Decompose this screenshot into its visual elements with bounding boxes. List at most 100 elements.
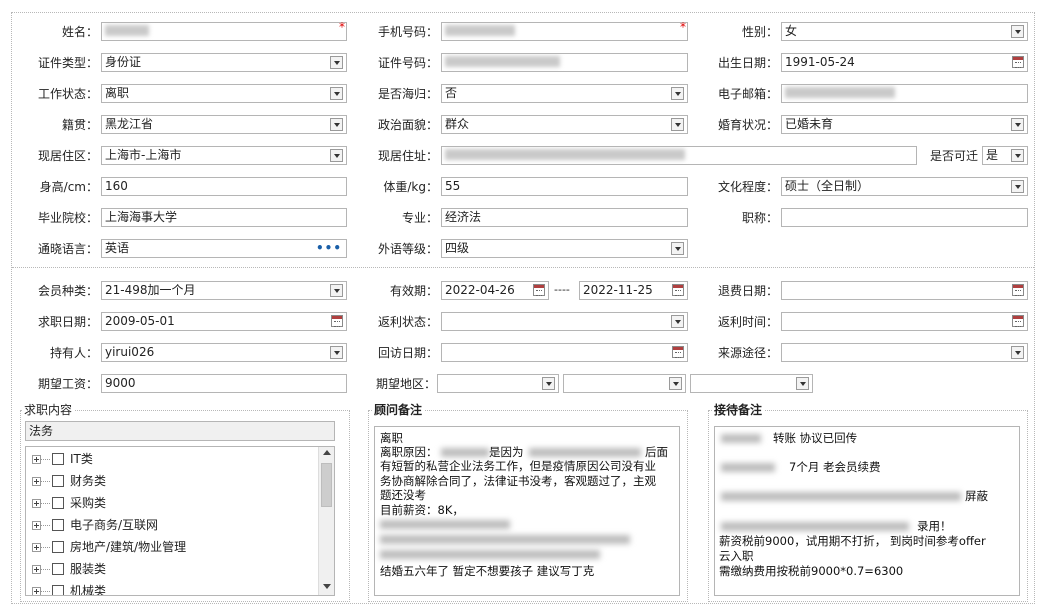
chevron-down-icon[interactable]	[330, 346, 343, 359]
calendar-icon[interactable]	[1012, 56, 1024, 68]
calendar-icon[interactable]	[672, 346, 684, 358]
region-district-select[interactable]	[690, 374, 813, 393]
tree-scrollbar[interactable]	[318, 447, 334, 595]
id-type-select[interactable]: 身份证	[101, 53, 347, 72]
chevron-down-icon[interactable]	[1011, 180, 1024, 193]
major-field[interactable]: 经济法	[441, 208, 688, 227]
reception-notes-textarea[interactable]: 转账 协议已回传 7个月 老会员续费 屏蔽 录用！ 薪资税前9000，试用期不打…	[714, 426, 1020, 596]
expected-salary-label: 期望工资：	[37, 377, 98, 391]
email-field[interactable]	[781, 84, 1028, 103]
chevron-down-icon[interactable]	[542, 377, 555, 390]
marital-status-select[interactable]: 已婚未育	[781, 115, 1028, 134]
calendar-icon[interactable]	[672, 284, 684, 296]
visit-date-field[interactable]	[441, 343, 688, 362]
chevron-down-icon[interactable]	[671, 242, 684, 255]
job-date-label: 求职日期：	[37, 315, 98, 329]
category-checkbox[interactable]	[52, 585, 64, 595]
language-field[interactable]: 英语 •••	[101, 239, 347, 258]
name-label: 姓名：	[61, 25, 98, 39]
title-field[interactable]	[781, 208, 1028, 227]
advisor-note-line: 目前薪资：8K，	[380, 503, 464, 517]
region-province-select[interactable]	[437, 374, 559, 393]
plus-icon[interactable]	[32, 543, 41, 552]
chevron-down-icon[interactable]	[330, 56, 343, 69]
chevron-down-icon[interactable]	[1011, 149, 1024, 162]
chevron-down-icon[interactable]	[1011, 25, 1024, 38]
language-level-select[interactable]: 四级	[441, 239, 688, 258]
source-select[interactable]	[781, 343, 1028, 362]
plus-icon[interactable]	[32, 499, 41, 508]
rebate-time-field[interactable]	[781, 312, 1028, 331]
education-select[interactable]: 硕士（全日制）	[781, 177, 1028, 196]
chevron-down-icon[interactable]	[669, 377, 682, 390]
chevron-down-icon[interactable]	[796, 377, 809, 390]
plus-icon[interactable]	[32, 521, 41, 530]
id-type-label: 证件类型：	[37, 56, 98, 70]
residence-area-select[interactable]: 上海市-上海市	[101, 146, 347, 165]
expected-salary-field[interactable]: 9000	[101, 374, 347, 393]
category-checkbox[interactable]	[52, 563, 64, 575]
job-category-tree[interactable]: IT类 财务类 采购类 电子商务/互联网 房地产/建筑/物业管理 服装类 机械类	[25, 446, 335, 596]
chevron-down-icon[interactable]	[1011, 346, 1024, 359]
plus-icon[interactable]	[32, 477, 41, 486]
category-checkbox[interactable]	[52, 497, 64, 509]
id-number-field[interactable]	[441, 53, 688, 72]
category-checkbox[interactable]	[52, 519, 64, 531]
more-icon[interactable]: •••	[316, 240, 342, 257]
category-checkbox[interactable]	[52, 475, 64, 487]
advisor-notes-textarea[interactable]: 离职 离职原因： 是因为 后面 有短暂的私营企业法务工作，但是疫情原因公司没有业…	[374, 426, 680, 596]
scroll-thumb[interactable]	[321, 463, 332, 507]
region-city-select[interactable]	[563, 374, 686, 393]
chevron-down-icon[interactable]	[671, 87, 684, 100]
calendar-icon[interactable]	[1012, 284, 1024, 296]
valid-period-label: 有效期：	[389, 284, 438, 298]
political-status-select[interactable]: 群众	[441, 115, 688, 134]
returnee-select[interactable]: 否	[441, 84, 688, 103]
tree-connector	[41, 481, 50, 482]
member-type-select[interactable]: 21-498加一个月	[101, 281, 347, 300]
valid-start-field[interactable]: 2022-04-26	[441, 281, 549, 300]
chevron-down-icon[interactable]	[330, 87, 343, 100]
category-label: 服装类	[70, 562, 107, 576]
education-label: 文化程度：	[717, 180, 778, 194]
chevron-down-icon[interactable]	[330, 118, 343, 131]
category-checkbox[interactable]	[52, 541, 64, 553]
tree-connector	[41, 503, 50, 504]
job-selected-field[interactable]: 法务	[25, 421, 335, 441]
job-date-field[interactable]: 2009-05-01	[101, 312, 347, 331]
plus-icon[interactable]	[32, 587, 41, 595]
category-checkbox[interactable]	[52, 453, 64, 465]
relocatable-select[interactable]: 是	[982, 146, 1028, 165]
weight-field[interactable]: 55	[441, 177, 688, 196]
school-field[interactable]: 上海海事大学	[101, 208, 347, 227]
chevron-down-icon[interactable]	[330, 149, 343, 162]
native-place-select[interactable]: 黑龙江省	[101, 115, 347, 134]
holder-select[interactable]: yirui026	[101, 343, 347, 362]
rebate-status-select[interactable]	[441, 312, 688, 331]
plus-icon[interactable]	[32, 455, 41, 464]
birth-date-field[interactable]: 1991-05-24	[781, 53, 1028, 72]
calendar-icon[interactable]	[1012, 315, 1024, 327]
reception-note-line: 屏蔽	[965, 489, 988, 503]
chevron-down-icon[interactable]	[1011, 118, 1024, 131]
gender-select[interactable]: 女	[781, 22, 1028, 41]
residence-address-field[interactable]	[441, 146, 917, 165]
phone-required-mark: *	[680, 20, 686, 34]
tree-connector	[41, 459, 50, 460]
chevron-down-icon[interactable]	[330, 284, 343, 297]
refund-date-field[interactable]	[781, 281, 1028, 300]
scroll-down-icon[interactable]	[323, 584, 331, 589]
calendar-icon[interactable]	[331, 315, 343, 327]
name-field[interactable]	[101, 22, 347, 41]
height-field[interactable]: 160	[101, 177, 347, 196]
work-status-select[interactable]: 离职	[101, 84, 347, 103]
plus-icon[interactable]	[32, 565, 41, 574]
chevron-down-icon[interactable]	[671, 315, 684, 328]
scroll-up-icon[interactable]	[323, 450, 331, 455]
calendar-icon[interactable]	[533, 284, 545, 296]
rebate-time-label: 返利时间：	[717, 315, 778, 329]
valid-end-field[interactable]: 2022-11-25	[579, 281, 688, 300]
chevron-down-icon[interactable]	[671, 118, 684, 131]
refund-date-label: 退费日期：	[717, 284, 778, 298]
phone-field[interactable]	[441, 22, 688, 41]
